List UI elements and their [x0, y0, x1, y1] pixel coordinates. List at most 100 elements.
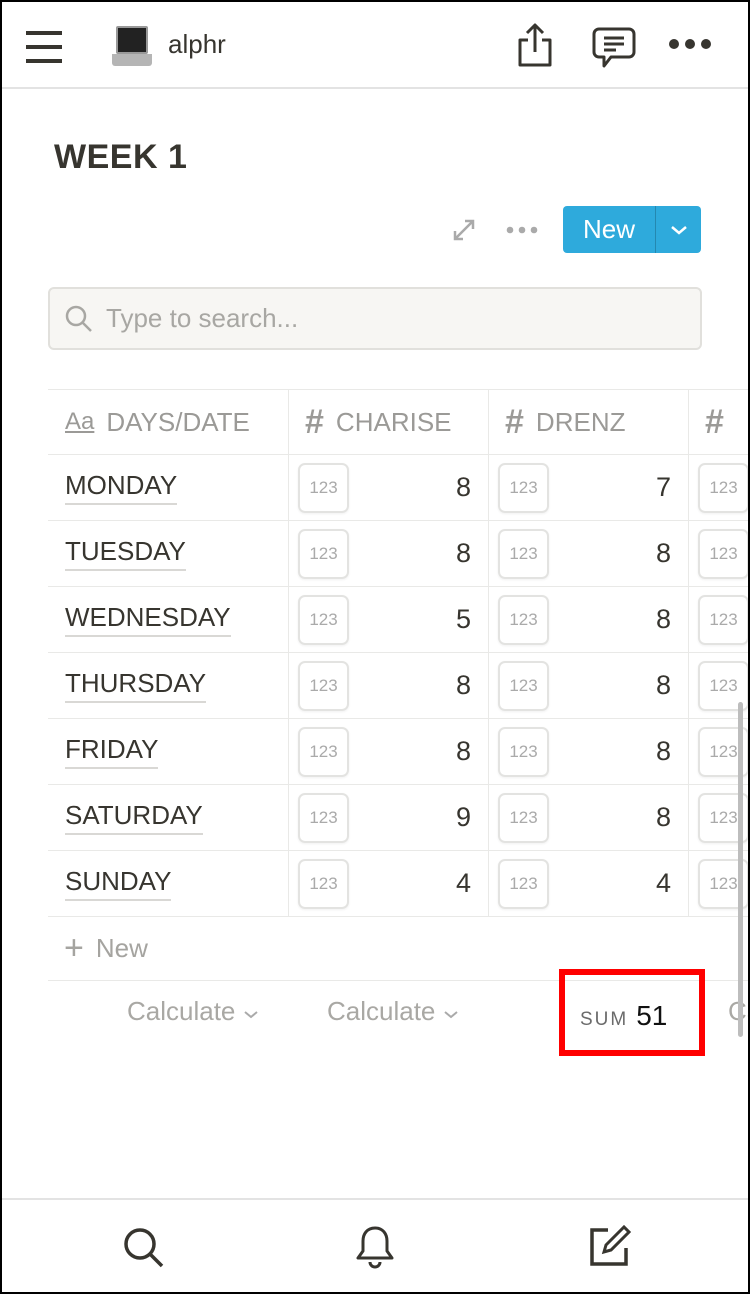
- column-label: DRENZ: [535, 406, 626, 437]
- column-header-drenz[interactable]: # DRENZ: [489, 390, 689, 454]
- table-row: TUESDAY 123 8 123 8 123: [48, 521, 748, 587]
- day-cell[interactable]: SATURDAY: [48, 785, 289, 850]
- bottom-bar: [2, 1198, 748, 1292]
- number-type-icon: 123: [298, 529, 349, 579]
- drenz-cell[interactable]: 123 8: [489, 587, 689, 652]
- table-row: WEDNESDAY 123 5 123 8 123: [48, 587, 748, 653]
- cell-value: 8: [655, 604, 671, 634]
- expand-icon[interactable]: [452, 218, 476, 242]
- cell-value: 4: [655, 868, 671, 898]
- day-name[interactable]: SUNDAY: [65, 866, 172, 901]
- drenz-cell[interactable]: 123 8: [489, 719, 689, 784]
- new-button[interactable]: New: [563, 206, 701, 253]
- column-label: DAYS/DATE: [106, 406, 250, 437]
- column-header-charise[interactable]: # CHARISE: [289, 390, 489, 454]
- top-bar: alphr: [2, 2, 748, 89]
- number-type-icon: 123: [698, 463, 748, 513]
- table-row: SATURDAY 123 9 123 8 123: [48, 785, 748, 851]
- search-icon[interactable]: [122, 1226, 166, 1270]
- cell-value: 8: [455, 538, 471, 568]
- number-type-icon: 123: [298, 661, 349, 711]
- number-type-icon: 123: [498, 793, 549, 843]
- text-property-icon: Aa: [65, 408, 95, 435]
- column-header-days[interactable]: Aa DAYS/DATE: [48, 390, 289, 454]
- page-title: WEEK 1: [54, 138, 188, 176]
- number-type-icon: 123: [298, 793, 349, 843]
- chevron-down-icon: [244, 1011, 258, 1019]
- cell-value: 8: [455, 736, 471, 766]
- cell-value: 8: [655, 736, 671, 766]
- drenz-cell[interactable]: 123 7: [489, 455, 689, 520]
- col4-cell[interactable]: 123: [689, 587, 748, 652]
- view-options-icon[interactable]: [506, 226, 538, 234]
- cell-value: 9: [455, 802, 471, 832]
- app-frame: alphr WEEK 1 New Aa DAYS/DATE # CHARISE # D…: [2, 2, 748, 1292]
- number-type-icon: 123: [298, 463, 349, 513]
- compose-icon[interactable]: [586, 1224, 632, 1270]
- cell-value: 7: [655, 472, 671, 502]
- col4-cell[interactable]: 123: [689, 455, 748, 520]
- menu-icon[interactable]: [26, 31, 62, 63]
- day-name[interactable]: WEDNESDAY: [65, 602, 231, 637]
- new-dropdown-button[interactable]: [655, 206, 701, 253]
- day-cell[interactable]: TUESDAY: [48, 521, 289, 586]
- number-type-icon: 123: [698, 595, 748, 645]
- search-field[interactable]: [48, 287, 702, 350]
- day-cell[interactable]: WEDNESDAY: [48, 587, 289, 652]
- database-table: Aa DAYS/DATE # CHARISE # DRENZ # MONDAY 123…: [48, 389, 748, 1043]
- cell-value: 4: [455, 868, 471, 898]
- workspace-name[interactable]: alphr: [168, 29, 226, 60]
- more-icon[interactable]: [668, 38, 712, 50]
- cell-value: 8: [455, 670, 471, 700]
- calculate-charise[interactable]: Calculate: [127, 996, 259, 1027]
- cell-value: 5: [455, 604, 471, 634]
- charise-cell[interactable]: 123 8: [289, 455, 489, 520]
- cell-value: 8: [455, 472, 471, 502]
- number-type-icon: 123: [298, 727, 349, 777]
- drenz-cell[interactable]: 123 4: [489, 851, 689, 916]
- table-row: SUNDAY 123 4 123 4 123: [48, 851, 748, 917]
- table-row: FRIDAY 123 8 123 8 123: [48, 719, 748, 785]
- day-name[interactable]: FRIDAY: [65, 734, 159, 769]
- calculate-drenz[interactable]: Calculate: [327, 996, 459, 1027]
- drenz-cell[interactable]: 123 8: [489, 521, 689, 586]
- charise-cell[interactable]: 123 8: [289, 521, 489, 586]
- charise-cell[interactable]: 123 9: [289, 785, 489, 850]
- hash-icon: #: [305, 402, 324, 441]
- charise-cell[interactable]: 123 8: [289, 653, 489, 718]
- highlight-box: [559, 969, 705, 1056]
- col4-cell[interactable]: 123: [689, 521, 748, 586]
- day-name[interactable]: MONDAY: [65, 470, 178, 505]
- number-type-icon: 123: [498, 859, 549, 909]
- bell-icon[interactable]: [354, 1224, 396, 1270]
- comment-icon[interactable]: [591, 26, 637, 70]
- charise-cell[interactable]: 123 4: [289, 851, 489, 916]
- column-header-4[interactable]: #: [689, 390, 748, 454]
- number-type-icon: 123: [298, 595, 349, 645]
- laptop-icon: [112, 26, 152, 68]
- day-name[interactable]: TUESDAY: [65, 536, 186, 571]
- cell-value: 8: [655, 538, 671, 568]
- day-cell[interactable]: FRIDAY: [48, 719, 289, 784]
- drenz-cell[interactable]: 123 8: [489, 785, 689, 850]
- search-input[interactable]: [106, 303, 666, 334]
- day-cell[interactable]: MONDAY: [48, 455, 289, 520]
- chevron-down-icon: [670, 225, 687, 235]
- share-icon[interactable]: [516, 22, 554, 68]
- drenz-cell[interactable]: 123 8: [489, 653, 689, 718]
- table-row: THURSDAY 123 8 123 8 123: [48, 653, 748, 719]
- scrollbar[interactable]: [738, 702, 743, 1037]
- hash-icon: #: [705, 402, 724, 441]
- charise-cell[interactable]: 123 8: [289, 719, 489, 784]
- column-label: CHARISE: [335, 406, 452, 437]
- number-type-icon: 123: [298, 859, 349, 909]
- day-cell[interactable]: THURSDAY: [48, 653, 289, 718]
- new-button-label: New: [582, 214, 635, 244]
- plus-icon: +: [64, 929, 84, 967]
- day-name[interactable]: THURSDAY: [65, 668, 207, 703]
- day-name[interactable]: SATURDAY: [65, 800, 203, 835]
- day-cell[interactable]: SUNDAY: [48, 851, 289, 916]
- hash-icon: #: [505, 402, 524, 441]
- charise-cell[interactable]: 123 5: [289, 587, 489, 652]
- chevron-down-icon: [444, 1011, 458, 1019]
